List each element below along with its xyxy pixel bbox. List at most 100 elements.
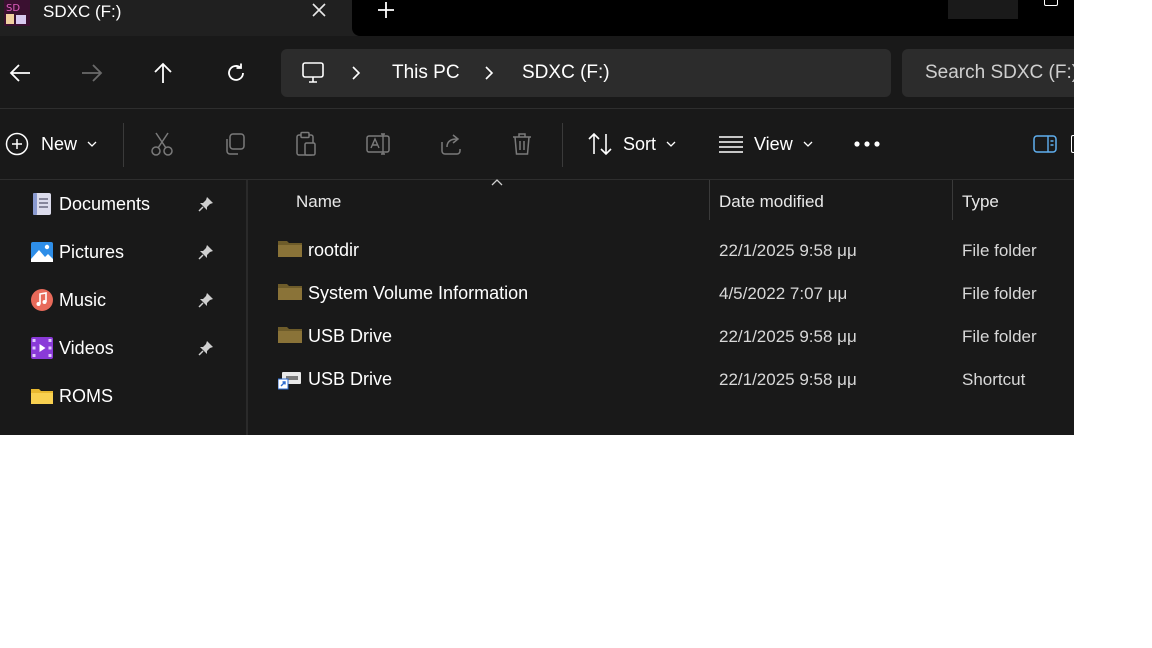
file-type: File folder bbox=[962, 284, 1037, 303]
file-type: Shortcut bbox=[962, 370, 1026, 389]
paste-button[interactable] bbox=[294, 109, 318, 179]
copy-icon bbox=[226, 133, 245, 155]
file-type: File folder bbox=[962, 327, 1037, 346]
details-label-cutoff bbox=[1071, 135, 1074, 153]
back-button[interactable] bbox=[5, 58, 35, 88]
copy-button[interactable] bbox=[223, 109, 247, 179]
app-icon: SD bbox=[4, 0, 30, 26]
column-divider[interactable] bbox=[709, 180, 710, 220]
chevron-down-icon bbox=[666, 141, 676, 147]
forward-button[interactable] bbox=[77, 58, 107, 88]
sidebar-item-label: ROMS bbox=[59, 386, 113, 406]
title-bar: SD SDXC (F:) bbox=[0, 0, 1074, 36]
toolbar-divider bbox=[562, 123, 563, 167]
details-pane-button[interactable] bbox=[1033, 109, 1074, 179]
breadcrumb-sdxc[interactable]: SDXC (F:) bbox=[522, 62, 610, 84]
share-icon bbox=[441, 134, 461, 155]
folder-icon bbox=[278, 241, 302, 257]
svg-text:SD: SD bbox=[6, 3, 20, 14]
plus-circle-icon bbox=[5, 132, 29, 156]
tab-title: SDXC (F:) bbox=[43, 2, 122, 21]
chevron-down-icon bbox=[803, 141, 813, 147]
rename-button[interactable] bbox=[366, 109, 392, 179]
pin-icon[interactable] bbox=[198, 340, 214, 356]
up-button[interactable] bbox=[148, 58, 178, 88]
file-list: Name Date modified Type rootdir 22/1/202… bbox=[248, 179, 1074, 435]
close-tab-button[interactable] bbox=[306, 0, 332, 25]
sort-button[interactable]: Sort bbox=[587, 109, 676, 179]
file-name: USB Drive bbox=[308, 369, 393, 389]
navigation-pane: Documents Pictures Music Videos ROMS bbox=[0, 180, 248, 435]
sidebar-item-pictures[interactable]: Pictures bbox=[0, 230, 246, 274]
pin-icon[interactable] bbox=[198, 244, 214, 260]
column-date-modified[interactable]: Date modified bbox=[719, 192, 824, 212]
table-row[interactable]: rootdir 22/1/2025 9:58 μμ File folder bbox=[248, 229, 1074, 272]
chevron-down-icon bbox=[87, 141, 97, 147]
search-input[interactable]: Search SDXC (F:) bbox=[902, 49, 1074, 97]
table-row[interactable]: USB Drive 22/1/2025 9:58 μμ File folder bbox=[248, 315, 1074, 358]
sidebar-item-label: Videos bbox=[59, 338, 114, 358]
command-bar: New Sort View bbox=[0, 108, 1074, 180]
arrow-right-icon bbox=[82, 64, 103, 82]
cut-button[interactable] bbox=[150, 109, 174, 179]
computer-icon bbox=[302, 62, 324, 83]
sidebar-item-music[interactable]: Music bbox=[0, 278, 246, 322]
refresh-button[interactable] bbox=[221, 58, 251, 88]
column-name[interactable]: Name bbox=[296, 192, 341, 212]
file-date: 4/5/2022 7:07 μμ bbox=[719, 284, 848, 303]
videos-icon bbox=[31, 337, 53, 359]
file-name: System Volume Information bbox=[308, 283, 529, 303]
folder-icon bbox=[31, 389, 53, 404]
column-type[interactable]: Type bbox=[962, 192, 999, 212]
folder-icon bbox=[278, 284, 302, 300]
pin-icon[interactable] bbox=[198, 292, 214, 308]
list-view-icon bbox=[719, 136, 743, 153]
breadcrumb-this-pc[interactable]: This PC bbox=[392, 62, 460, 84]
more-options-button[interactable] bbox=[853, 109, 881, 179]
toolbar-divider bbox=[123, 123, 124, 167]
table-row[interactable]: USB Drive 22/1/2025 9:58 μμ Shortcut bbox=[248, 358, 1074, 401]
minimize-button[interactable] bbox=[948, 0, 1018, 19]
plus-icon bbox=[378, 2, 394, 18]
navigation-bar: This PC SDXC (F:) Search SDXC (F:) bbox=[0, 36, 1074, 108]
sidebar-item-label: Documents bbox=[59, 194, 151, 214]
sort-ascending-icon bbox=[491, 179, 503, 186]
column-divider[interactable] bbox=[952, 180, 953, 220]
share-button[interactable] bbox=[439, 109, 463, 179]
maximize-button[interactable] bbox=[1044, 0, 1058, 6]
sidebar-item-videos[interactable]: Videos bbox=[0, 326, 246, 370]
file-date: 22/1/2025 9:58 μμ bbox=[719, 241, 857, 260]
pin-icon[interactable] bbox=[198, 196, 214, 212]
tab-sdxc[interactable]: SD SDXC (F:) bbox=[0, 0, 350, 36]
view-label: View bbox=[754, 133, 793, 154]
sort-label: Sort bbox=[623, 133, 657, 154]
sidebar-item-label: Music bbox=[59, 290, 107, 310]
table-row[interactable]: System Volume Information 4/5/2022 7:07 … bbox=[248, 272, 1074, 315]
documents-icon bbox=[33, 193, 51, 215]
clipboard-icon bbox=[296, 131, 316, 156]
chevron-right-icon bbox=[352, 66, 361, 80]
arrow-up-icon bbox=[154, 62, 172, 83]
address-bar[interactable]: This PC SDXC (F:) bbox=[281, 49, 891, 97]
shortcut-icon bbox=[278, 372, 301, 390]
new-button[interactable]: New bbox=[5, 109, 97, 179]
view-button[interactable]: View bbox=[718, 109, 813, 179]
column-header: Name Date modified Type bbox=[248, 179, 1074, 224]
file-name: USB Drive bbox=[308, 326, 393, 346]
file-date: 22/1/2025 9:58 μμ bbox=[719, 327, 857, 346]
sidebar-item-documents[interactable]: Documents bbox=[0, 182, 246, 226]
close-icon bbox=[312, 3, 326, 17]
folder-icon bbox=[278, 327, 302, 343]
file-date: 22/1/2025 9:58 μμ bbox=[719, 370, 857, 389]
music-icon bbox=[31, 289, 53, 311]
file-type: File folder bbox=[962, 241, 1037, 260]
chevron-right-icon bbox=[485, 66, 494, 80]
delete-button[interactable] bbox=[511, 109, 533, 179]
file-name: rootdir bbox=[308, 240, 360, 260]
sidebar-item-label: Pictures bbox=[59, 242, 125, 262]
scissors-icon bbox=[151, 132, 173, 156]
new-tab-button[interactable] bbox=[372, 0, 400, 26]
new-label: New bbox=[41, 133, 78, 154]
file-explorer-window: SD SDXC (F:) This PC SDXC (F:) Search SD… bbox=[0, 0, 1074, 435]
sidebar-item-roms[interactable]: ROMS bbox=[0, 374, 246, 418]
